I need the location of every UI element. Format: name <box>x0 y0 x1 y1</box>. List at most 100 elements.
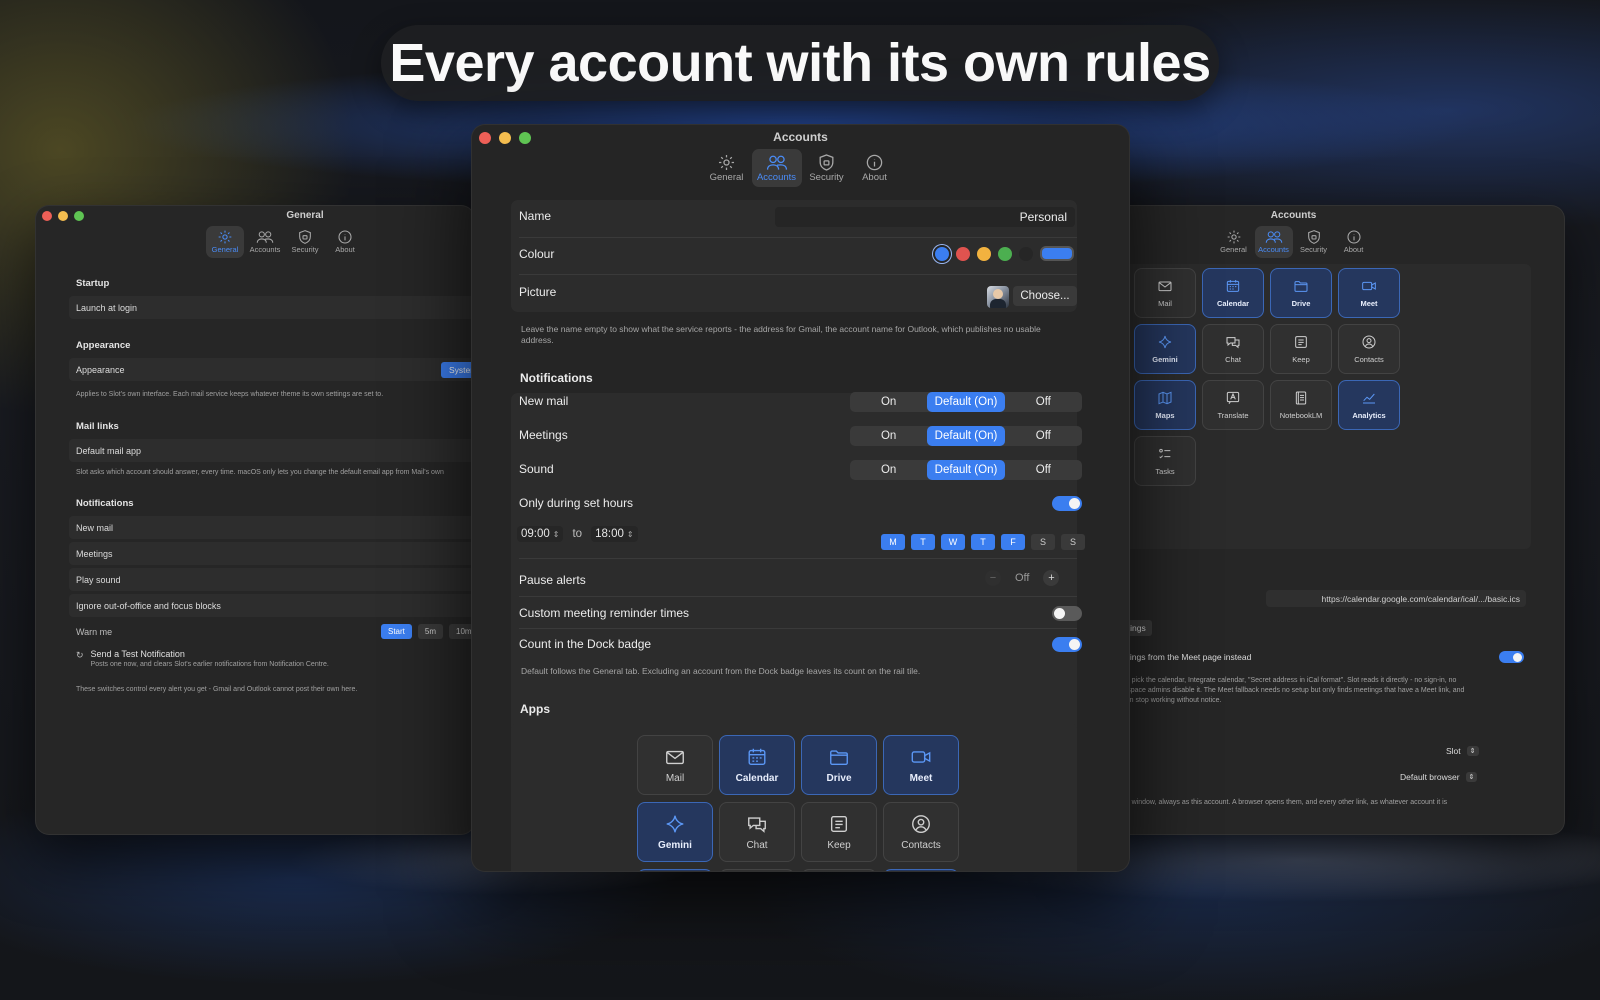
weekday-toggle[interactable]: W <box>941 534 965 550</box>
plus-icon[interactable]: + <box>1043 570 1060 586</box>
app-tile-keep[interactable]: Keep <box>801 802 877 862</box>
app-tile-analytics[interactable]: Analytics <box>1338 380 1400 430</box>
startup-heading: Startup <box>76 278 110 289</box>
tab-about[interactable]: About <box>1335 226 1373 258</box>
tab-label: Accounts <box>249 245 281 254</box>
choose-picture-button[interactable]: Choose... <box>1013 286 1077 306</box>
play-sound-row[interactable]: Play sound <box>69 568 474 591</box>
name-input[interactable]: Personal <box>775 207 1075 227</box>
minus-icon[interactable]: − <box>985 570 1001 586</box>
row-label: Default mail app <box>76 445 142 456</box>
tab-security[interactable]: Security <box>286 226 324 258</box>
updown-chevron-icon: ⇕ <box>1465 772 1478 782</box>
tab-accounts[interactable]: Accounts <box>246 226 284 258</box>
meet-fallback-toggle[interactable] <box>1499 651 1524 663</box>
app-tile-notebooklm[interactable]: NotebookLM <box>1270 380 1332 430</box>
weekday-toggle[interactable]: S <box>1031 534 1055 550</box>
app-tile-mail[interactable]: Mail <box>637 735 713 795</box>
tab-security[interactable]: Security <box>1295 226 1333 258</box>
ignore-ooo-row[interactable]: Ignore out-of-office and focus blocks <box>69 594 474 617</box>
app-tile-gemini[interactable]: Gemini <box>637 802 713 862</box>
warn-start-button[interactable]: Start <box>381 624 412 639</box>
app-label: Keep <box>1292 355 1310 364</box>
app-tile-chat[interactable]: Chat <box>1202 324 1264 374</box>
app-tile-partial[interactable] <box>801 869 877 871</box>
app-tile-gemini[interactable]: Gemini <box>1134 324 1196 374</box>
colour-swatch[interactable] <box>977 246 991 261</box>
appearance-system-button[interactable]: System <box>441 361 474 378</box>
app-tile-drive[interactable]: Drive <box>1270 268 1332 318</box>
people-icon <box>1265 231 1282 243</box>
row-label: Play sound <box>76 574 121 585</box>
launch-at-login-row[interactable]: Launch at login <box>69 296 474 319</box>
dock-badge-toggle[interactable] <box>1052 637 1082 652</box>
on-option[interactable]: On <box>850 460 927 480</box>
test-notification-row[interactable]: ↻ Send a Test Notification Posts one now… <box>76 649 329 668</box>
app-tile-contacts[interactable]: Contacts <box>883 802 959 862</box>
default-option[interactable]: Default (On) <box>927 460 1005 480</box>
custom-colour-well[interactable] <box>1040 246 1074 261</box>
tab-general[interactable]: General <box>206 226 244 258</box>
app-tile-mail[interactable]: Mail <box>1134 268 1196 318</box>
colour-swatch[interactable] <box>956 246 970 261</box>
warn-5m-button[interactable]: 5m <box>417 624 444 639</box>
tab-security[interactable]: Security <box>804 149 850 187</box>
app-tile-meet[interactable]: Meet <box>883 735 959 795</box>
ical-url-field[interactable]: https://calendar.google.com/calendar/ica… <box>1266 590 1526 607</box>
tab-label: General <box>709 172 744 183</box>
tab-label: About <box>335 245 355 254</box>
app-tile-calendar[interactable]: Calendar <box>1202 268 1264 318</box>
weekday-toggle[interactable]: T <box>911 534 935 550</box>
weekday-toggle[interactable]: S <box>1061 534 1085 550</box>
app-tile-keep[interactable]: Keep <box>1270 324 1332 374</box>
row-label: Ignore out-of-office and focus blocks <box>76 600 221 611</box>
tab-accounts[interactable]: Accounts <box>1254 226 1293 258</box>
weekday-toggle[interactable]: F <box>1001 534 1025 550</box>
off-option[interactable]: Off <box>1005 426 1082 446</box>
app-label: Maps <box>1155 411 1175 420</box>
app-tile-partial[interactable] <box>719 869 795 871</box>
browser-select[interactable]: Default browser ⇕ <box>1400 772 1478 782</box>
weekday-toggle[interactable]: T <box>971 534 995 550</box>
default-option[interactable]: Default (On) <box>927 426 1005 446</box>
on-option[interactable]: On <box>850 392 927 412</box>
tab-accounts[interactable]: Accounts <box>751 149 802 187</box>
default-mail-app-row[interactable]: Default mail app <box>69 439 474 462</box>
updown-chevron-icon: ⇕ <box>1466 746 1479 756</box>
calendar-icon <box>748 748 766 766</box>
tab-about[interactable]: About <box>852 149 898 187</box>
new-mail-row[interactable]: New mail <box>69 516 474 539</box>
tab-general[interactable]: General <box>704 149 750 187</box>
weekday-toggle[interactable]: M <box>881 534 905 550</box>
colour-swatch[interactable] <box>998 246 1012 261</box>
off-option[interactable]: Off <box>1005 460 1082 480</box>
app-tile-translate[interactable]: Translate <box>1202 380 1264 430</box>
divider <box>519 274 1077 275</box>
app-tile-contacts[interactable]: Contacts <box>1338 324 1400 374</box>
browser-value: Default browser <box>1400 772 1460 782</box>
meet-fallback-row: meetings from the Meet page instead <box>1111 652 1251 662</box>
meetings-row[interactable]: Meetings <box>69 542 474 565</box>
app-tile-meet[interactable]: Meet <box>1338 268 1400 318</box>
tab-about[interactable]: About <box>326 226 364 258</box>
colour-swatch[interactable] <box>1019 246 1033 261</box>
on-option[interactable]: On <box>850 426 927 446</box>
off-option[interactable]: Off <box>1005 392 1082 412</box>
app-tile-tasks[interactable]: Tasks <box>1134 436 1196 486</box>
tab-general[interactable]: General <box>1215 226 1253 258</box>
reminder-toggle[interactable] <box>1052 606 1082 621</box>
default-option[interactable]: Default (On) <box>927 392 1005 412</box>
row-label: Warn me <box>76 626 113 637</box>
app-tile-partial[interactable] <box>637 869 713 871</box>
sound-segmented: On Default (On) Off <box>850 460 1082 480</box>
app-tile-partial[interactable] <box>883 869 959 871</box>
open-in-select[interactable]: Slot ⇕ <box>1446 746 1479 756</box>
app-tile-maps[interactable]: Maps <box>1134 380 1196 430</box>
until-time-stepper[interactable]: 18:00 ⇕ <box>591 526 638 542</box>
app-tile-calendar[interactable]: Calendar <box>719 735 795 795</box>
app-tile-drive[interactable]: Drive <box>801 735 877 795</box>
set-hours-toggle[interactable] <box>1052 496 1082 511</box>
colour-swatch[interactable] <box>935 246 949 261</box>
from-time-stepper[interactable]: 09:00 ⇕ <box>517 526 564 542</box>
app-tile-chat[interactable]: Chat <box>719 802 795 862</box>
